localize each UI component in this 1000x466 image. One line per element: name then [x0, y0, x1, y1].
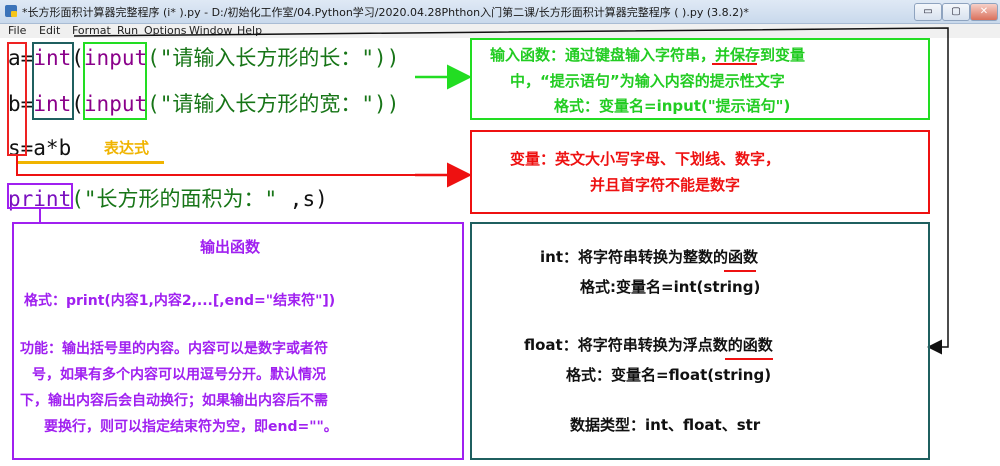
- print-note-title: 输出函数: [200, 238, 261, 256]
- input-note-line-1: 输入函数：通过键盘输入字符串，并保存到变量: [490, 46, 806, 64]
- float-note-line-2: 格式：变量名=float(string): [566, 366, 772, 384]
- print-note-format: 格式：print(内容1,内容2,...[,end="结束符"]): [24, 293, 336, 309]
- string-underline: [712, 63, 757, 65]
- print-note-function-2: 号，如果有多个内容可以用逗号分开。默认情况: [32, 367, 326, 383]
- int-note-line-1: int：将字符串转换为整数的函数: [540, 248, 758, 266]
- input-note-line-3: 格式：变量名=input("提示语句"): [554, 97, 791, 115]
- variable-connector: [16, 156, 415, 176]
- variable-note: 变量：英文大小写字母、下划线、数字， 并且首字符不能是数字: [470, 130, 930, 214]
- float-note-line-1: float：将字符串转换为浮点数的函数: [524, 336, 773, 354]
- int-note-line-2: 格式:变量名=int(string): [580, 278, 761, 296]
- print-function-note: 输出函数 格式：print(内容1,内容2,...[,end="结束符"]) 功…: [12, 222, 464, 460]
- print-note-function-3: 下，输出内容后会自动换行；如果输出内容后不需: [20, 393, 328, 409]
- print-note-function-1: 功能：输出括号里的内容。内容可以是数字或者符: [20, 341, 328, 357]
- float-underline: [725, 358, 773, 360]
- variable-note-line-2: 并且首字符不能是数字: [590, 176, 741, 194]
- input-function-note: 输入函数：通过键盘输入字符串，并保存到变量 中，“提示语句”为输入内容的提示性文…: [470, 38, 930, 120]
- input-note-line-2: 中，“提示语句”为输入内容的提示性文字: [510, 72, 785, 90]
- print-note-function-4: 要换行，则可以指定结束符为空，即end=""。: [44, 419, 338, 435]
- data-types-note: 数据类型：int、float、str: [570, 416, 761, 434]
- type-conversion-note: int：将字符串转换为整数的函数 格式:变量名=int(string) floa…: [470, 222, 930, 460]
- integer-underline: [724, 270, 756, 272]
- variable-note-line-1: 变量：英文大小写字母、下划线、数字，: [510, 150, 781, 168]
